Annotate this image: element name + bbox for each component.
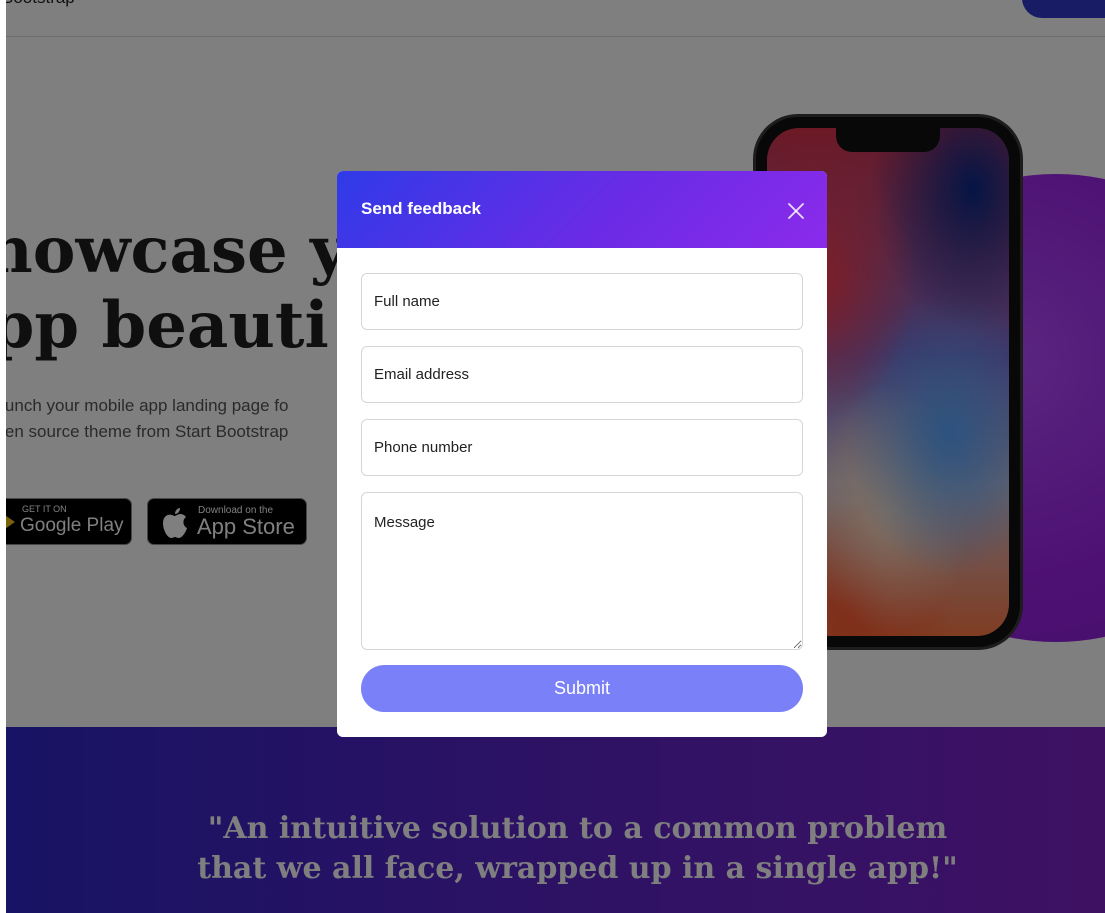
submit-button[interactable]: Submit (361, 665, 803, 712)
left-edge-strip (0, 0, 6, 913)
close-icon (788, 203, 804, 219)
email-input[interactable] (361, 346, 803, 403)
modal-header: Send feedback (337, 171, 827, 248)
phone-input[interactable] (361, 419, 803, 476)
feedback-modal: Send feedback Submit (337, 171, 827, 737)
full-name-input[interactable] (361, 273, 803, 330)
close-button[interactable] (784, 199, 808, 223)
page: Bootstrap Showcase y App beauti Launch y… (0, 0, 1105, 913)
modal-title: Send feedback (361, 199, 481, 218)
message-textarea[interactable] (361, 492, 803, 650)
